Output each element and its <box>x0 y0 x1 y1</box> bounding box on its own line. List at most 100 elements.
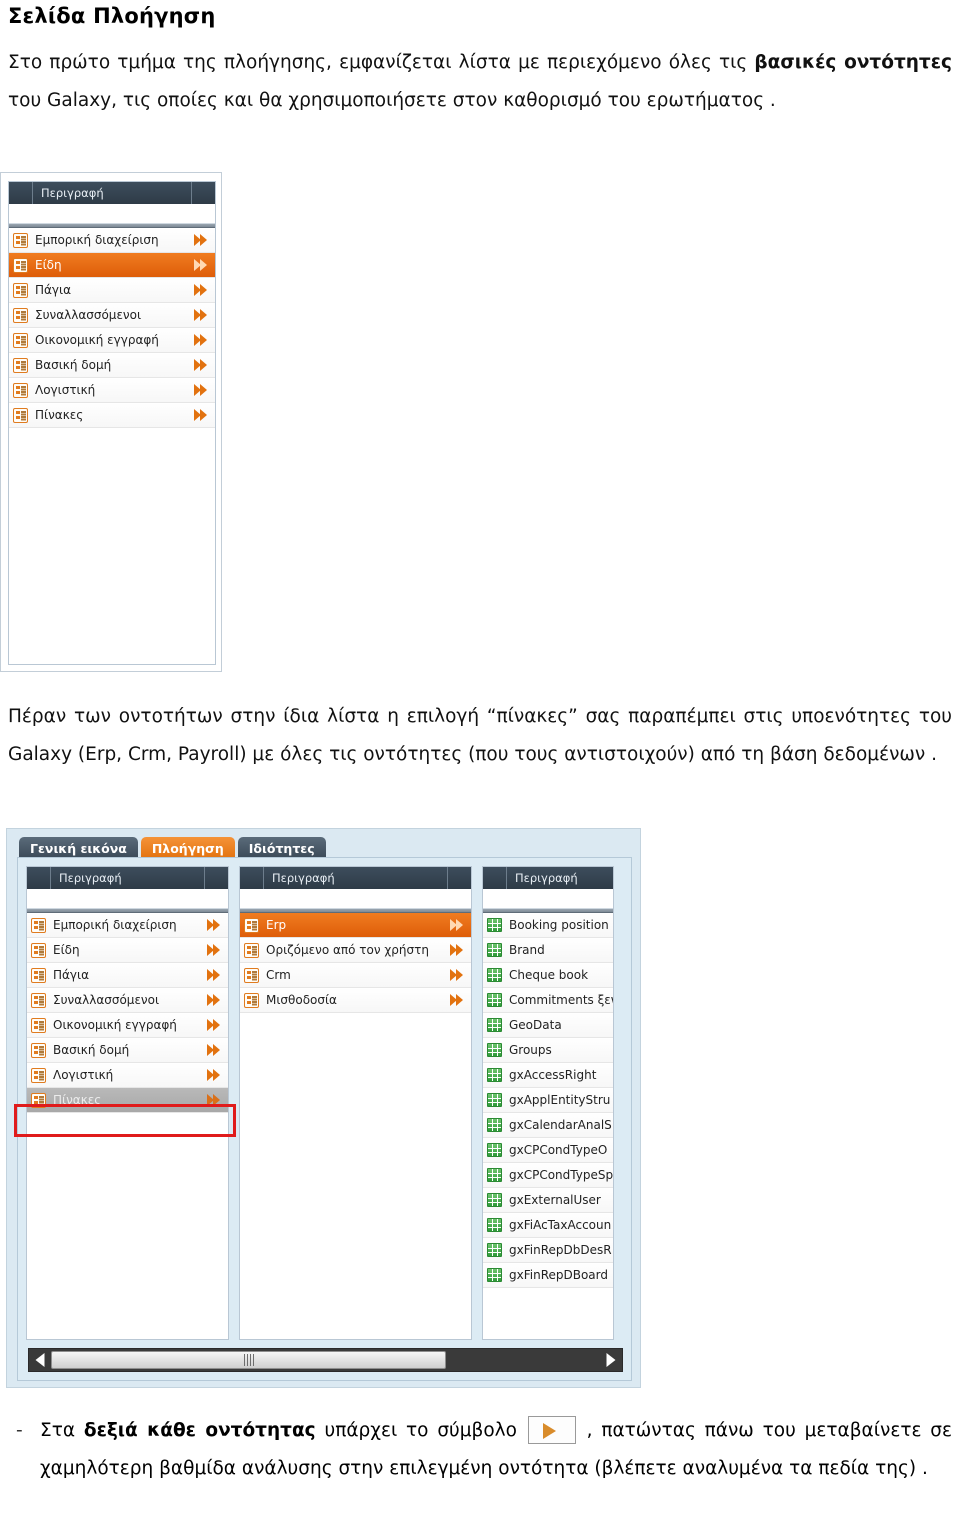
column-header-label: Περιγραφή <box>272 871 335 885</box>
drilldown-arrow-icon[interactable] <box>193 228 215 252</box>
table-list-item-row[interactable]: gxAccessRight <box>483 1063 613 1088</box>
table-icon <box>487 968 502 982</box>
entity-list-item-row[interactable]: Πίνακες <box>9 403 215 428</box>
table-list-item-row[interactable]: gxApplEntityStru <box>483 1088 613 1113</box>
drilldown-arrow-icon[interactable] <box>206 1088 228 1112</box>
column-header-label: Περιγραφή <box>59 871 122 885</box>
drilldown-arrow-icon[interactable] <box>193 378 215 402</box>
drilldown-arrow-icon[interactable] <box>449 988 471 1012</box>
drilldown-arrow-icon <box>527 1416 576 1444</box>
entity-list-item-label: Εμπορική διαχείριση <box>35 233 159 247</box>
drilldown-arrow-icon[interactable] <box>193 328 215 352</box>
table-list-item-row[interactable]: Brand <box>483 938 613 963</box>
scrollbar-thumb[interactable] <box>51 1351 447 1369</box>
entity-icon <box>244 992 259 1008</box>
drilldown-arrow-icon[interactable] <box>193 253 215 277</box>
table-list-item-row[interactable]: gxCPCondTypeSp <box>483 1163 613 1188</box>
entity-list-item-row[interactable]: Συναλλασσόμενοι <box>9 303 215 328</box>
entity-list-item-row[interactable]: Βασική δομή <box>27 1038 228 1063</box>
entity-list-item-label: Είδη <box>35 258 62 272</box>
entity-list-item-row[interactable]: Crm <box>240 963 471 988</box>
entity-list-item-row[interactable]: Πάγια <box>9 278 215 303</box>
filter-row[interactable] <box>9 204 215 224</box>
table-list-panel-level3: Περιγραφή Booking position Brand Cheque bo… <box>482 866 614 1340</box>
tab-2[interactable]: Πλοήγηση <box>140 837 235 859</box>
table-list-item-row[interactable]: gxCalendarAnalS <box>483 1113 613 1138</box>
table-list: Booking position Brand Cheque book Commitme… <box>483 913 613 1288</box>
entity-list-item-row[interactable]: Οικονομική εγγραφή <box>9 328 215 353</box>
table-icon <box>487 993 502 1007</box>
tab-1[interactable]: Γενική εικόνα <box>19 837 138 859</box>
entity-list-item-label: Λογιστική <box>53 1068 114 1082</box>
entity-list-item-row[interactable]: Λογιστική <box>9 378 215 403</box>
table-list-item-row[interactable]: gxFinRepDBoard <box>483 1263 613 1288</box>
entity-icon <box>13 332 28 348</box>
drilldown-arrow-icon[interactable] <box>206 1063 228 1087</box>
filter-row[interactable] <box>483 889 613 909</box>
column-header-tail <box>191 182 215 204</box>
entity-list-panel-level1: Περιγραφή Εμπορική διαχείριση Είδη Πάγια Συ… <box>26 866 229 1340</box>
entity-list-item-label: Εμπορική διαχείριση <box>53 918 177 932</box>
table-list-item-row[interactable]: gxCPCondTypeO <box>483 1138 613 1163</box>
tab-3[interactable]: Ιδιότητες <box>237 837 326 859</box>
drilldown-arrow-icon[interactable] <box>193 303 215 327</box>
table-list-item-label: gxAccessRight <box>509 1068 597 1082</box>
drilldown-arrow-icon[interactable] <box>193 353 215 377</box>
drilldown-arrow-icon[interactable] <box>193 403 215 427</box>
drilldown-arrow-icon[interactable] <box>206 988 228 1012</box>
filter-row[interactable] <box>240 889 471 909</box>
entity-list-item-label: Μισθοδοσία <box>266 993 337 1007</box>
table-list-item-row[interactable]: gxExternalUser <box>483 1188 613 1213</box>
filter-row[interactable] <box>27 889 228 909</box>
scroll-left-arrow-icon[interactable] <box>29 1349 51 1371</box>
entity-list-item-row[interactable]: Είδη <box>9 253 215 278</box>
entity-list-item-label: Οικονομική εγγραφή <box>53 1018 177 1032</box>
drilldown-arrow-icon[interactable] <box>206 913 228 937</box>
entity-list-item-row[interactable]: Μισθοδοσία <box>240 988 471 1013</box>
drilldown-arrow-icon[interactable] <box>193 278 215 302</box>
drilldown-arrow-icon[interactable] <box>449 963 471 987</box>
entity-list-item-row[interactable]: Οικονομική εγγραφή <box>27 1013 228 1038</box>
entity-list-item-label: Λογιστική <box>35 383 96 397</box>
scrollbar-track[interactable] <box>51 1349 600 1371</box>
drilldown-arrow-icon[interactable] <box>449 938 471 962</box>
table-list-item-row[interactable]: Groups <box>483 1038 613 1063</box>
table-icon <box>487 1193 502 1207</box>
drilldown-arrow-icon[interactable] <box>206 1013 228 1037</box>
drilldown-arrow-icon[interactable] <box>449 913 471 937</box>
entity-list-item-label: Πίνακες <box>53 1093 102 1107</box>
entity-list-item-row[interactable]: Erp <box>240 913 471 938</box>
horizontal-scrollbar[interactable] <box>28 1348 623 1372</box>
drilldown-arrow-icon[interactable] <box>206 963 228 987</box>
entity-list-item-row[interactable]: Οριζόμενο από τον χρήστη <box>240 938 471 963</box>
table-icon <box>487 943 502 957</box>
entity-icon <box>31 1067 46 1083</box>
scroll-right-arrow-icon[interactable] <box>600 1349 622 1371</box>
entity-icon <box>31 992 46 1008</box>
column-header-gap <box>240 867 264 889</box>
table-list-item-row[interactable]: gxFiAcTaxAccoun <box>483 1213 613 1238</box>
drilldown-arrow-icon[interactable] <box>206 1038 228 1062</box>
entity-list-item-row[interactable]: Λογιστική <box>27 1063 228 1088</box>
table-list-item-row[interactable]: Cheque book <box>483 963 613 988</box>
entity-list-item-row[interactable]: Βασική δομή <box>9 353 215 378</box>
drilldown-arrow-icon[interactable] <box>206 938 228 962</box>
entity-list-item-row[interactable]: Εμπορική διαχείριση <box>9 228 215 253</box>
table-list-item-row[interactable]: Booking position <box>483 913 613 938</box>
entity-icon <box>31 1017 46 1033</box>
table-list-item-row[interactable]: GeoData <box>483 1013 613 1038</box>
entity-list-panel-level2: Περιγραφή Erp Οριζόμενο από τον χρήστη Crm… <box>239 866 472 1340</box>
table-list-item-row[interactable]: gxFinRepDbDesR <box>483 1238 613 1263</box>
entity-list-item-row[interactable]: Πίνακες <box>27 1088 228 1113</box>
entity-list-item-label: Οριζόμενο από τον χρήστη <box>266 943 429 957</box>
entity-list-item-row[interactable]: Συναλλασσόμενοι <box>27 988 228 1013</box>
table-list-item-row[interactable]: Commitments ξεν <box>483 988 613 1013</box>
screenshot-navigation-drilldown: Γενική εικόνα Πλοήγηση Ιδιότητες Περιγραφή… <box>6 828 641 1388</box>
tab-bar: Γενική εικόνα Πλοήγηση Ιδιότητες <box>19 835 326 859</box>
entity-list-item-row[interactable]: Εμπορική διαχείριση <box>27 913 228 938</box>
entity-icon <box>31 917 46 933</box>
entity-list: Erp Οριζόμενο από τον χρήστη Crm Μισθοδοσία <box>240 913 471 1013</box>
entity-list: Εμπορική διαχείριση Είδη Πάγια Συναλλασσόμε… <box>9 228 215 428</box>
entity-list-item-row[interactable]: Είδη <box>27 938 228 963</box>
entity-list-item-row[interactable]: Πάγια <box>27 963 228 988</box>
